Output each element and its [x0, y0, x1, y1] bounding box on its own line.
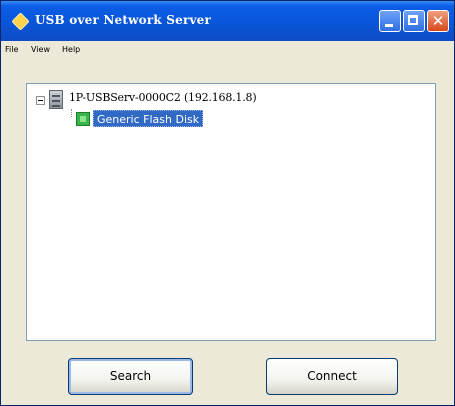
tree-connector: [71, 109, 73, 117]
menu-help[interactable]: Help: [62, 45, 80, 54]
expand-collapse-icon[interactable]: [36, 96, 45, 105]
app-icon: [11, 12, 30, 31]
usb-device-icon: [76, 112, 90, 126]
minimize-button[interactable]: [379, 10, 401, 32]
device-tree[interactable]: 1P-USBServ-0000C2 (192.168.1.8) Generic …: [26, 83, 436, 341]
close-icon: ✕: [431, 12, 445, 30]
maximize-button[interactable]: [403, 10, 425, 32]
minimize-icon: [385, 24, 393, 27]
server-device-icon: [49, 90, 63, 109]
app-window: USB over Network Server ✕ File View Help…: [0, 0, 455, 406]
title-bar[interactable]: USB over Network Server ✕: [1, 1, 454, 41]
tree-item-server[interactable]: 1P-USBServ-0000C2 (192.168.1.8): [69, 91, 257, 104]
close-button[interactable]: ✕: [427, 10, 449, 32]
tree-item-device[interactable]: Generic Flash Disk: [93, 110, 204, 127]
search-button[interactable]: Search: [68, 358, 193, 395]
maximize-icon: [408, 15, 418, 25]
menu-bar: File View Help: [1, 41, 454, 63]
connect-button[interactable]: Connect: [266, 358, 398, 395]
menu-view[interactable]: View: [31, 45, 50, 54]
menu-file[interactable]: File: [5, 45, 18, 54]
window-title: USB over Network Server: [35, 13, 212, 27]
